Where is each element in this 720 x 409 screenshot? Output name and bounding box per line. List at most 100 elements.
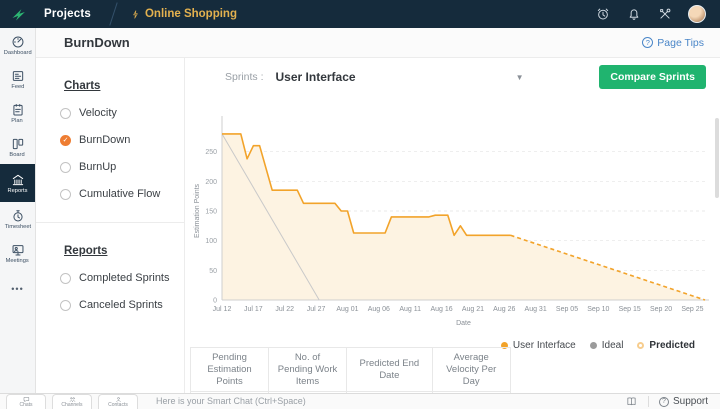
current-project[interactable]: Online Shopping [131,8,237,20]
chart-option-burndown[interactable]: ✓BurnDown [60,134,184,146]
sprint-bolt-icon [131,9,140,20]
x-tick-label: Aug 06 [368,306,390,313]
bell-icon[interactable] [626,7,641,22]
y-tick-label: 150 [205,209,217,216]
radio-icon [60,162,71,173]
x-tick-label: Sep 10 [587,306,609,313]
tools-icon[interactable] [657,7,672,22]
chatbar-right: ? Support [625,396,708,407]
sidebar-item-label: Feed [11,84,24,90]
sidebar-item-meetings[interactable]: Meetings [0,236,35,270]
book-icon[interactable] [625,396,638,407]
reports-icon [11,173,25,187]
y-axis-title: Estimation Points [194,183,201,238]
y-tick-label: 250 [205,149,217,156]
option-label: BurnUp [79,161,116,173]
sprint-select-value[interactable]: User Interface [276,70,356,84]
y-tick-label: 0 [213,298,217,305]
feed-icon [11,69,25,83]
app-window: Projects Online Shopping Dashboard Feed Pl… [0,0,720,409]
chart-options-list: Velocity ✓BurnDown BurnUp Cumulative Flow [36,107,184,200]
legend-label: User Interface [513,340,576,351]
chat-tab-channels[interactable]: Channels [52,394,92,409]
support-link[interactable]: ? Support [659,396,708,407]
timesheet-icon [11,209,25,223]
legend-label: Ideal [602,340,624,351]
user-avatar[interactable] [688,5,706,23]
y-tick-label: 100 [205,238,217,245]
summary-header: Pending Estimation Points [191,348,269,392]
support-label: Support [673,396,708,407]
timer-icon[interactable] [595,7,610,22]
legend-item-user-interface[interactable]: User Interface [501,340,576,351]
x-tick-label: Sep 20 [650,306,672,313]
chatbar-separator [648,396,649,407]
sidebar-item-label: Timesheet [4,224,30,230]
chart-option-burnup[interactable]: BurnUp [60,161,184,173]
charts-heading[interactable]: Charts [64,80,184,92]
chat-tab-label: Channels [61,403,82,408]
sprints-label: Sprints : [225,71,264,83]
report-option-completed-sprints[interactable]: Completed Sprints [60,272,184,284]
x-tick-label: Aug 31 [525,306,547,313]
scrollbar-thumb[interactable] [715,118,719,198]
sidebar-more-button[interactable]: ••• [0,284,35,294]
x-tick-label: Jul 12 [213,306,232,313]
option-label: Cumulative Flow [79,188,160,200]
question-circle-icon: ? [642,37,653,48]
smart-chat-input[interactable]: Here is your Smart Chat (Ctrl+Space) [156,396,625,406]
legend-item-ideal[interactable]: Ideal [590,340,624,351]
question-circle-icon: ? [659,397,669,407]
page-tips-link[interactable]: ? Page Tips [642,37,704,49]
radio-icon [60,108,71,119]
sidebar-item-dashboard[interactable]: Dashboard [0,28,35,62]
option-label: Velocity [79,107,117,119]
sidebar-item-timesheet[interactable]: Timesheet [0,202,35,236]
burndown-chart: 050100150200250Jul 12Jul 17Jul 22Jul 27A… [190,102,710,337]
meetings-icon [11,243,25,257]
legend-label: Predicted [649,340,695,351]
summary-header: No. of Pending Work Items [269,348,347,392]
chart-section: Sprints : User Interface ▼ Compare Sprin… [185,58,720,393]
chart-toolbar: Sprints : User Interface ▼ Compare Sprin… [185,58,720,96]
chat-tabs: Chats Channels Contacts [0,394,138,409]
y-tick-label: 50 [209,268,217,275]
radio-icon: ✓ [60,135,71,146]
compare-sprints-button[interactable]: Compare Sprints [599,65,706,89]
sidebar-item-label: Dashboard [4,50,32,56]
legend-marker [637,342,644,349]
burndown-chart-svg[interactable]: 050100150200250Jul 12Jul 17Jul 22Jul 27A… [190,102,710,332]
smart-chat-bar: Chats Channels Contacts Here is your Smart… [0,393,720,409]
topbar-actions [595,5,720,23]
sprints-logo-icon[interactable] [0,0,36,28]
breadcrumb-separator [107,4,121,24]
reports-heading[interactable]: Reports [64,245,184,257]
sidebar-item-plan[interactable]: Plan [0,96,35,130]
page-title: BurnDown [64,35,130,50]
chart-option-cumulative-flow[interactable]: Cumulative Flow [60,188,184,200]
chat-tab-contacts[interactable]: Contacts [98,394,138,409]
chart-legend: User Interface Ideal Predicted [501,340,695,351]
legend-marker [590,342,597,349]
legend-item-predicted[interactable]: Predicted [637,340,695,351]
sidebar-item-label: Reports [8,188,28,194]
report-option-canceled-sprints[interactable]: Canceled Sprints [60,299,184,311]
x-tick-label: Sep 15 [619,306,641,313]
chevron-down-icon[interactable]: ▼ [516,73,524,82]
project-name: Online Shopping [145,8,237,20]
x-tick-label: Aug 21 [462,306,484,313]
sidebar-item-reports[interactable]: Reports [0,164,35,202]
chat-tab-chats[interactable]: Chats [6,394,46,409]
chart-option-velocity[interactable]: Velocity [60,107,184,119]
sidebar-item-feed[interactable]: Feed [0,62,35,96]
top-bar: Projects Online Shopping [0,0,720,28]
app-name[interactable]: Projects [44,8,91,20]
sidebar-item-label: Meetings [6,258,29,264]
x-tick-label: Aug 01 [336,306,358,313]
x-tick-label: Jul 17 [244,306,263,313]
panel-divider [36,222,184,223]
charts-panel: Charts Velocity ✓BurnDown BurnUp Cumulative… [36,58,185,393]
summary-header: Average Velocity Per Day [432,348,510,392]
sidebar-item-board[interactable]: Board [0,130,35,164]
chat-tab-label: Contacts [108,403,128,408]
